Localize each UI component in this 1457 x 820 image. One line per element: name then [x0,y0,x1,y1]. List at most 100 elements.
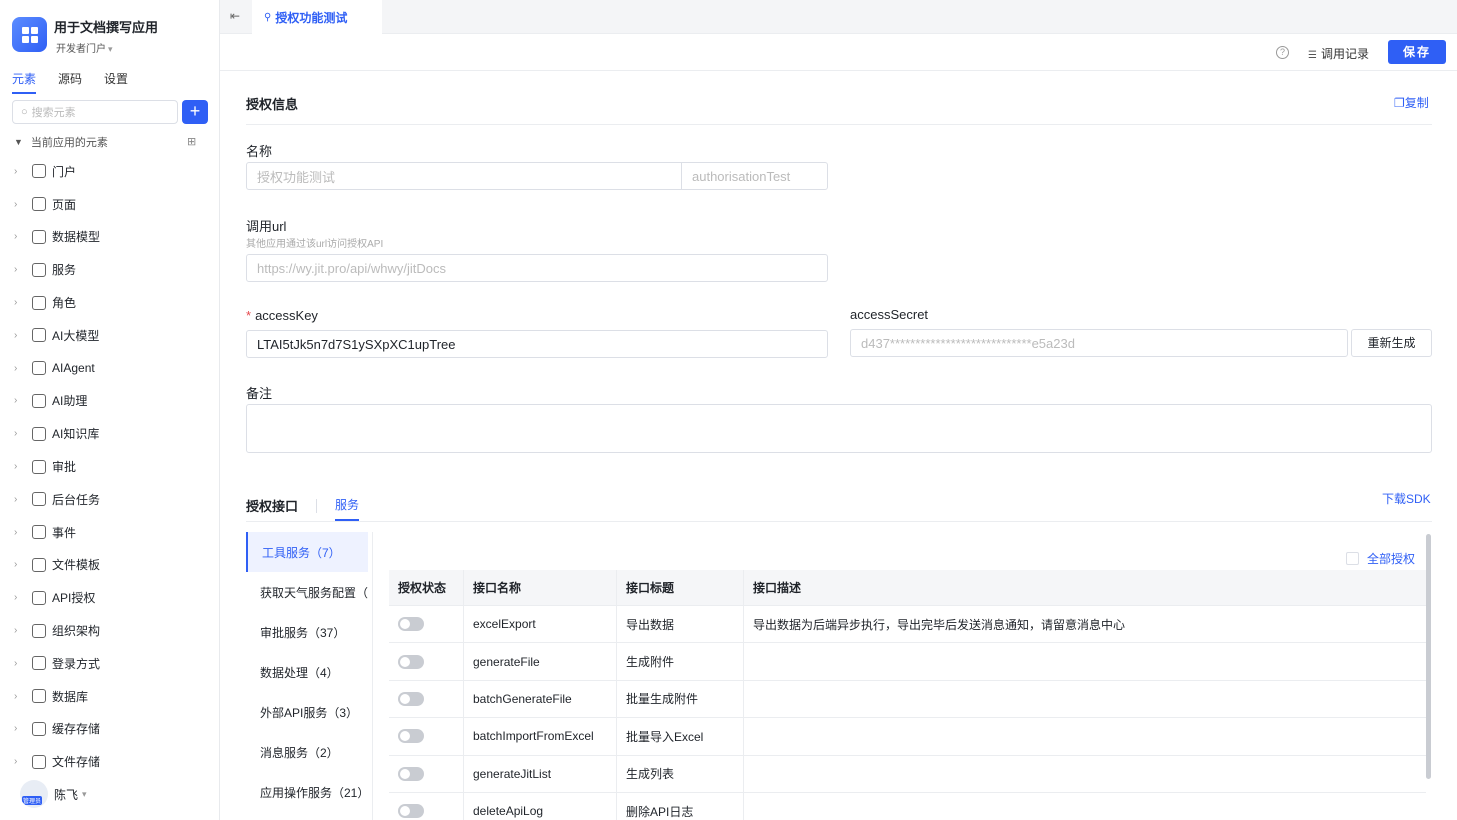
add-element-button[interactable]: + [182,100,208,124]
copy-icon: ❐ [1394,96,1405,110]
service-item[interactable]: 数据处理（4） [246,652,372,692]
auth-toggle[interactable] [398,617,424,632]
table-row: deleteApiLog 删除API日志 [389,792,1426,820]
access-key-input[interactable]: LTAI5tJk5n7d7S1ySXpXC1upTree [246,330,828,358]
sidebar-item[interactable]: › AIAgent [0,352,219,385]
chevron-right-icon: › [14,592,18,604]
scrollbar[interactable] [1426,534,1431,779]
sidebar-item-label: 后台任务 [52,492,101,507]
task-icon [32,492,46,507]
tab-service[interactable]: 服务 [335,496,360,521]
tab-settings[interactable]: 设置 [104,70,128,94]
access-secret-input[interactable]: d437****************************e5a23d [850,329,1348,357]
access-secret-label: accessSecret [850,307,929,322]
copy-button[interactable]: ❐复制 [1394,94,1429,111]
api-desc-cell: 导出数据为后端异步执行，导出完毕后发送消息通知，请留意消息中心 [743,606,1426,643]
sidebar: 用于文档撰写应用 开发者门户 ▾ 元素 源码 设置 ○ 搜索元素 + ▼ 当前应用的元… [0,0,220,820]
sliders-icon: ☰ [1308,50,1317,61]
auth-toggle[interactable] [398,804,424,819]
user-menu[interactable]: 管理员 陈飞 ▾ [20,780,87,808]
sidebar-item[interactable]: › 页面 [0,188,219,221]
app-root: 用于文档撰写应用 开发者门户 ▾ 元素 源码 设置 ○ 搜索元素 + ▼ 当前应用的元… [0,0,1457,820]
auth-toggle[interactable] [398,729,424,744]
chevron-right-icon: › [14,559,18,571]
all-auth-checkbox[interactable]: 全部授权 [1346,550,1415,567]
checkbox[interactable] [1346,552,1359,565]
api-desc-cell [743,643,1426,680]
sidebar-item[interactable]: › AI知识库 [0,417,219,450]
chevron-right-icon: › [14,428,18,440]
call-log-button[interactable]: ☰ 调用记录 [1308,45,1369,62]
sidebar-item-label: 文件模板 [52,558,101,573]
sidebar-item[interactable]: › 审批 [0,450,219,483]
avatar: 管理员 [20,780,48,808]
tab-source[interactable]: 源码 [58,70,82,94]
sidebar-item-label: 缓存存储 [52,722,101,737]
service-item[interactable]: 应用操作服务（21） [246,772,372,812]
tree-view-icon[interactable]: ⊞ [187,135,196,148]
section-header[interactable]: ▼ 当前应用的元素 [14,134,108,150]
chevron-right-icon: › [14,362,18,374]
sidebar-item[interactable]: › 数据库 [0,680,219,713]
sidebar-item[interactable]: › 服务 [0,253,219,286]
sidebar-item[interactable]: › 角色 [0,286,219,319]
database-icon [32,689,46,704]
ai-model-icon [32,328,46,343]
url-input[interactable]: https://wy.jit.pro/api/whwy/jitDocs [246,254,828,282]
sidebar-item[interactable]: › 组织架构 [0,614,219,647]
sidebar-item[interactable]: › 登录方式 [0,647,219,680]
service-item[interactable]: 审批服务（37） [246,612,372,652]
name-input[interactable]: 授权功能测试 [246,162,682,190]
sidebar-item[interactable]: › AI大模型 [0,319,219,352]
app-logo-icon [12,17,47,52]
portal-selector[interactable]: 开发者门户 ▾ [56,40,113,55]
name-id-input[interactable]: authorisationTest [681,162,828,190]
table-row: excelExport 导出数据 导出数据为后端异步执行，导出完毕后发送消息通知，请… [389,606,1426,644]
role-icon [32,295,46,310]
service-list: 工具服务（7） 获取天气服务配置（ 审批服务（37） 数据处理（4） 外部API服务（3… [246,532,373,820]
caret-down-icon: ▾ [82,788,87,799]
collapse-sidebar-icon[interactable]: ⇤ [230,9,240,23]
sidebar-item[interactable]: › 文件模板 [0,549,219,582]
service-item[interactable]: 工具服务（7） [246,532,368,572]
caret-down-icon: ▾ [108,44,113,54]
chevron-right-icon: › [14,657,18,669]
sidebar-item[interactable]: › 后台任务 [0,483,219,516]
save-button[interactable]: 保存 [1388,40,1446,64]
sidebar-nav: › 门户 › 页面 › 数据模型 › 服务 › 角色 › AI大模型 › AIAgent › AI助理 › AI知… [0,155,219,778]
chevron-right-icon: › [14,461,18,473]
book-icon [32,426,46,441]
header-title: 接口标题 [616,570,743,605]
call-log-label: 调用记录 [1320,47,1369,61]
sidebar-item-label: API授权 [52,591,96,606]
search-input[interactable]: ○ 搜索元素 [12,100,178,124]
auth-toggle[interactable] [398,654,424,669]
service-item[interactable]: 获取天气服务配置（ [246,572,372,612]
sidebar-item[interactable]: › 事件 [0,516,219,549]
key-icon [32,590,46,605]
sidebar-item-label: 数据模型 [52,230,101,245]
auth-toggle[interactable] [398,766,424,781]
api-title-cell: 生成附件 [616,643,743,680]
sidebar-item[interactable]: › 文件存储 [0,745,219,778]
tab-authorization-test[interactable]: ⚲ 授权功能测试 [252,0,382,34]
regenerate-button[interactable]: 重新生成 [1351,329,1432,357]
api-name-cell: batchGenerateFile [463,680,616,718]
sidebar-item[interactable]: › 缓存存储 [0,713,219,746]
table-row: generateFile 生成附件 [389,643,1426,681]
sidebar-item[interactable]: › API授权 [0,581,219,614]
download-sdk-link[interactable]: 下载SDK [1382,490,1431,507]
help-icon[interactable]: ? [1276,46,1289,59]
tab-elements[interactable]: 元素 [12,70,37,94]
search-icon: ○ [21,106,28,118]
login-icon [32,656,46,671]
remark-textarea[interactable] [246,404,1432,453]
sidebar-item[interactable]: › AI助理 [0,385,219,418]
sidebar-item[interactable]: › 数据模型 [0,221,219,254]
service-item[interactable]: 消息服务（2） [246,732,372,772]
remark-label: 备注 [246,386,273,401]
auth-toggle[interactable] [398,691,424,706]
service-item[interactable]: 外部API服务（3） [246,692,372,732]
sidebar-item[interactable]: › 门户 [0,155,219,188]
chevron-right-icon: › [14,231,18,243]
